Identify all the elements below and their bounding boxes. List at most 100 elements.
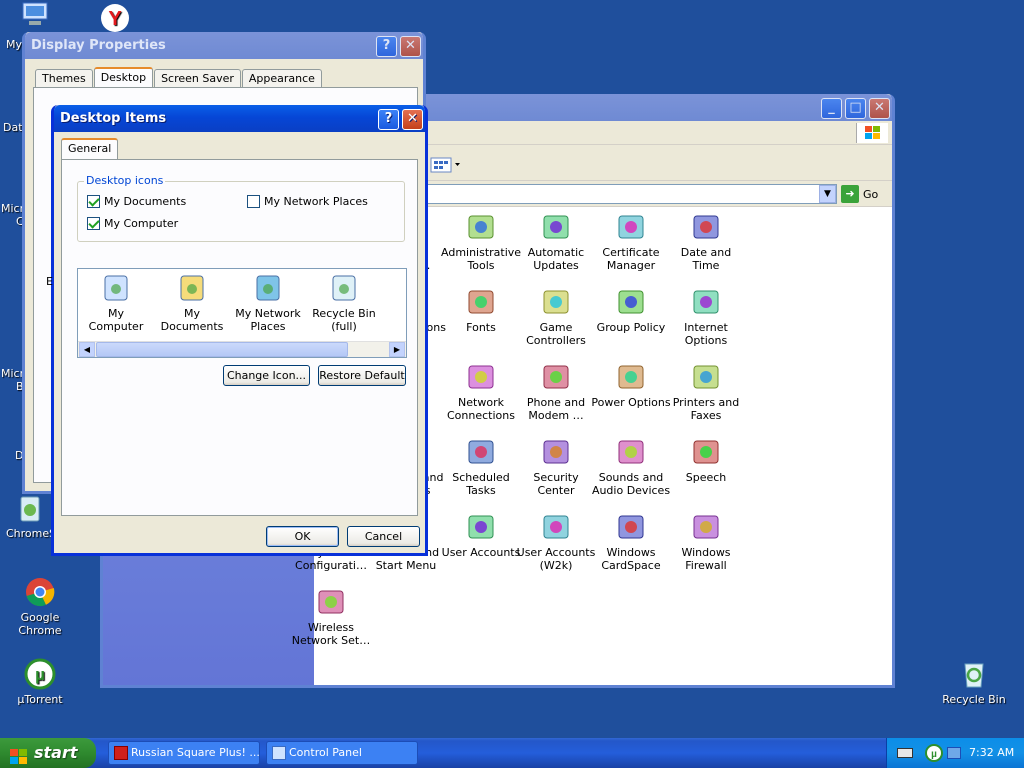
close-button[interactable]: ✕ — [869, 98, 890, 119]
speech-icon — [690, 436, 722, 468]
close-button[interactable]: ✕ — [400, 36, 421, 57]
start-button[interactable]: start — [0, 738, 96, 768]
certificate-icon — [615, 211, 647, 243]
recycle-bin-icon — [958, 658, 990, 690]
control-panel-item[interactable]: Wireless Network Set… — [291, 586, 371, 647]
control-panel-item[interactable]: Administrative Tools — [441, 211, 521, 272]
fonts-icon — [465, 286, 497, 318]
control-panel-item[interactable]: Internet Options — [666, 286, 746, 347]
scroll-right-button[interactable]: ▶ — [389, 342, 405, 357]
minimize-button[interactable]: _ — [821, 98, 842, 119]
yandex-icon: Y — [100, 3, 130, 33]
checkbox-box — [247, 195, 260, 208]
clock[interactable]: 7:32 AM — [969, 746, 1014, 759]
scroll-left-button[interactable]: ◀ — [79, 342, 95, 357]
control-panel-item-label: Internet Options — [684, 321, 728, 347]
tab-themes[interactable]: Themes — [35, 69, 93, 88]
control-panel-item[interactable]: Windows CardSpace — [591, 511, 671, 572]
keyboard-icon[interactable] — [897, 748, 913, 758]
desktop-icon-recycle-bin[interactable]: Recycle Bin — [934, 658, 1014, 706]
control-panel-item[interactable]: Fonts — [441, 286, 521, 334]
computer-icon — [20, 0, 50, 28]
control-panel-item[interactable]: Speech — [666, 436, 746, 484]
control-panel-item[interactable]: Game Controllers — [516, 286, 596, 347]
icon-list-item[interactable]: My Network Places — [232, 272, 304, 333]
control-panel-item[interactable]: Sounds and Audio Devices — [591, 436, 671, 497]
checkbox-label: My Computer — [104, 217, 179, 230]
close-button[interactable]: ✕ — [402, 109, 423, 130]
control-panel-item-label: Windows CardSpace — [601, 546, 661, 572]
control-panel-item[interactable]: Scheduled Tasks — [441, 436, 521, 497]
desktop-icon-yandex[interactable]: Y — [80, 0, 140, 33]
address-input[interactable] — [423, 184, 837, 204]
svg-text:Y: Y — [108, 8, 122, 30]
desktop-icon-my-computer[interactable] — [0, 0, 60, 31]
restore-default-button[interactable]: Restore Default — [318, 365, 406, 386]
desktop-label-fragment: E — [46, 275, 53, 288]
tasks-icon — [465, 436, 497, 468]
horizontal-scrollbar[interactable]: ◀ ▶ — [78, 341, 406, 357]
recycle-chrome-icon — [14, 492, 46, 524]
control-panel-item[interactable]: Network Connections — [441, 361, 521, 422]
control-panel-item[interactable]: Group Policy — [591, 286, 671, 334]
admin-tools-icon — [465, 211, 497, 243]
windows-flag-icon — [10, 745, 28, 764]
tab-general[interactable]: General — [61, 138, 119, 159]
go-arrow-icon: ➜ — [841, 185, 859, 203]
control-panel-item[interactable]: Windows Firewall — [666, 511, 746, 572]
icon-list-item-label: My Network Places — [235, 307, 301, 333]
tab-appearance[interactable]: Appearance — [241, 69, 322, 88]
go-button[interactable]: ➜ Go — [841, 184, 885, 204]
icon-list-item[interactable]: Re ( — [384, 272, 406, 320]
help-button[interactable]: ? — [376, 36, 397, 57]
control-panel-item[interactable]: User Accounts — [441, 511, 521, 559]
desktop-label-fragment: Dat — [3, 121, 23, 134]
cancel-button[interactable]: Cancel — [347, 526, 420, 547]
display-tabs: Themes Desktop Screen Saver Appearance — [35, 67, 323, 88]
control-panel-item[interactable]: Security Center — [516, 436, 596, 497]
control-panel-item[interactable]: Automatic Updates — [516, 211, 596, 272]
checkbox-my-documents[interactable]: My Documents — [87, 195, 186, 208]
control-panel-item[interactable]: Power Options — [591, 361, 671, 409]
taskbar-button-russian-square[interactable]: Russian Square Plus! ... — [108, 741, 260, 765]
taskbar: start Russian Square Plus! ... Control P… — [0, 738, 1024, 768]
control-panel-item[interactable]: Phone and Modem … — [516, 361, 596, 422]
control-panel-item[interactable]: Printers and Faxes — [666, 361, 746, 422]
wireless-icon — [315, 586, 347, 618]
icon-list-item-label: Re ( — [384, 307, 406, 320]
checkbox-my-computer[interactable]: My Computer — [87, 217, 178, 230]
documents-icon — [176, 272, 208, 304]
views-button[interactable] — [429, 155, 463, 175]
shield-icon — [540, 436, 572, 468]
address-dropdown-button[interactable]: ▼ — [819, 185, 836, 203]
icon-list-item[interactable]: Recycle Bin (full) — [308, 272, 380, 333]
network-icon — [465, 361, 497, 393]
desktop-label-fragment: My — [6, 38, 23, 51]
maximize-button[interactable]: □ — [845, 98, 866, 119]
desktop-items-tabs: General — [61, 138, 119, 159]
utorrent-tray-icon[interactable]: µ — [925, 744, 943, 762]
control-panel-item[interactable]: Date and Time — [666, 211, 746, 272]
desktop-icon-google-chrome[interactable]: Google Chrome — [0, 576, 80, 637]
tab-screen-saver[interactable]: Screen Saver — [154, 69, 241, 88]
go-label: Go — [863, 187, 879, 201]
control-panel-item[interactable]: Certificate Manager — [591, 211, 671, 272]
taskbar-button-control-panel[interactable]: Control Panel — [266, 741, 418, 765]
help-button[interactable]: ? — [378, 109, 399, 130]
desktop-icon-label: µTorrent — [17, 693, 63, 706]
desktop-icon-label: Google Chrome — [18, 611, 62, 637]
network-tray-icon[interactable] — [947, 747, 961, 759]
ok-button[interactable]: OK — [266, 526, 339, 547]
desktop-icon-utorrent[interactable]: µ µTorrent — [0, 658, 80, 706]
control-panel-item-label: Security Center — [533, 471, 579, 497]
scroll-thumb[interactable] — [96, 342, 348, 357]
control-panel-item-label: Speech — [685, 471, 727, 484]
icon-list-item[interactable]: My Computer — [80, 272, 152, 333]
icon-list[interactable]: My Computer My Documents My Network Places… — [77, 268, 407, 358]
tab-desktop[interactable]: Desktop — [93, 67, 154, 88]
checkbox-my-network-places[interactable]: My Network Places — [247, 195, 368, 208]
icon-list-item[interactable]: My Documents — [156, 272, 228, 333]
change-icon-button[interactable]: Change Icon... — [223, 365, 310, 386]
computer-icon — [100, 272, 132, 304]
control-panel-item[interactable]: User Accounts (W2k) — [516, 511, 596, 572]
